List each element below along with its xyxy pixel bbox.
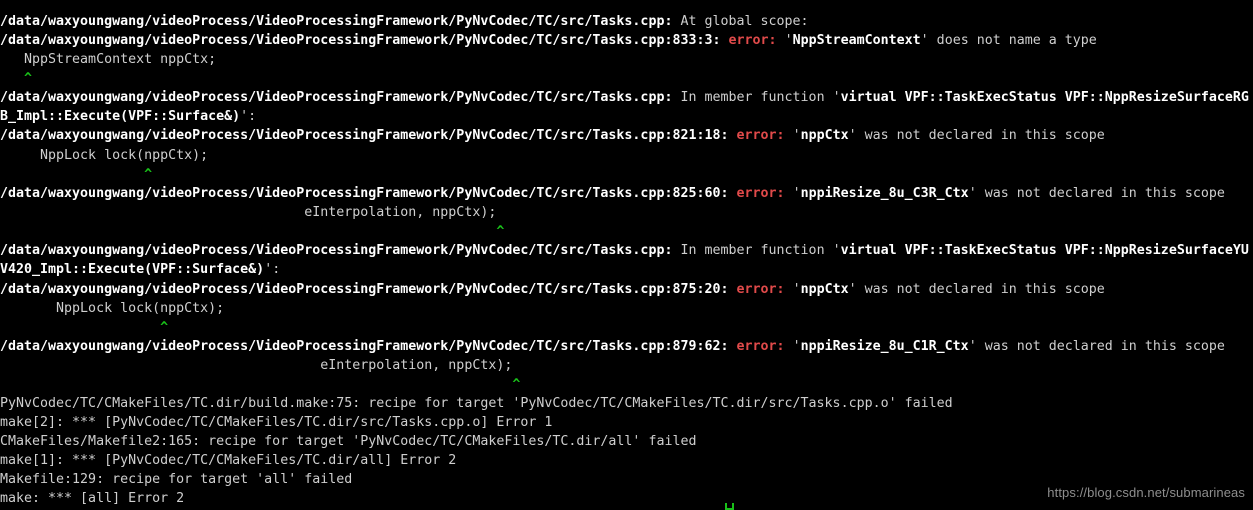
- terminal-line: PyNvCodec/TC/CMakeFiles/TC.dir/build.mak…: [0, 394, 953, 413]
- terminal-line: make[2]: *** [PyNvCodec/TC/CMakeFiles/TC…: [0, 413, 552, 432]
- terminal-line: /data/waxyoungwang/videoProcess/VideoPro…: [0, 126, 1105, 145]
- terminal-line: /data/waxyoungwang/videoProcess/VideoPro…: [0, 31, 1097, 50]
- terminal-line: /data/waxyoungwang/videoProcess/VideoPro…: [0, 88, 1249, 107]
- terminal-segment-plain: ': [784, 128, 801, 143]
- terminal-segment-plain: ': [784, 282, 801, 297]
- terminal-segment-plain: CMakeFiles/Makefile2:165: recipe for tar…: [0, 434, 697, 449]
- terminal-segment-path: /data/waxyoungwang/videoProcess/VideoPro…: [0, 339, 729, 354]
- terminal-segment-plain: ': [784, 186, 801, 201]
- terminal-segment-plain: ' was not declared in this scope: [848, 128, 1105, 143]
- terminal-segment-plain: ':: [240, 109, 257, 124]
- terminal-line: eInterpolation, nppCtx);: [0, 203, 496, 222]
- terminal-line: make: *** [all] Error 2: [0, 489, 184, 508]
- terminal-segment-code: NppLock lock(nppCtx);: [0, 148, 209, 163]
- terminal-line: /data/waxyoungwang/videoProcess/VideoPro…: [0, 184, 1225, 203]
- terminal-line: /data/waxyoungwang/videoProcess/VideoPro…: [0, 241, 1249, 260]
- terminal-segment-code: eInterpolation, nppCtx);: [0, 358, 513, 373]
- terminal-line: V420_Impl::Execute(VPF::Surface&)':: [0, 260, 280, 279]
- terminal-segment-plain: At global scope:: [672, 14, 809, 29]
- terminal-segment-plain: ': [776, 33, 793, 48]
- terminal-segment-caret: ^: [0, 320, 169, 335]
- terminal-segment-err: error:: [736, 282, 785, 297]
- terminal-segment-quoted: nppiResize_8u_C1R_Ctx: [800, 339, 969, 354]
- terminal-line: eInterpolation, nppCtx);: [0, 356, 512, 375]
- terminal-segment-path: /data/waxyoungwang/videoProcess/VideoPro…: [0, 14, 673, 29]
- terminal-segment-path: /data/waxyoungwang/videoProcess/VideoPro…: [0, 33, 721, 48]
- terminal-line: ^: [0, 222, 504, 241]
- terminal-segment-quoted: nppCtx: [800, 128, 849, 143]
- terminal-segment-plain: make[1]: *** [PyNvCodec/TC/CMakeFiles/TC…: [0, 453, 457, 468]
- terminal-segment-plain: [729, 339, 737, 354]
- terminal-segment-plain: make: *** [all] Error 2: [0, 491, 185, 506]
- terminal-segment-code: eInterpolation, nppCtx);: [0, 205, 497, 220]
- terminal-segment-quoted: virtual VPF::TaskExecStatus VPF::NppResi…: [840, 243, 1249, 258]
- terminal-segment-err: error:: [728, 33, 777, 48]
- terminal-line: NppStreamContext nppCtx;: [0, 50, 216, 69]
- terminal-segment-plain: ' was not declared in this scope: [848, 282, 1105, 297]
- watermark-text: https://blog.csdn.net/submarineas: [1047, 485, 1245, 500]
- terminal-segment-path: /data/waxyoungwang/videoProcess/VideoPro…: [0, 243, 673, 258]
- terminal-segment-caret: ^: [0, 167, 153, 182]
- terminal-segment-plain: make[2]: *** [PyNvCodec/TC/CMakeFiles/TC…: [0, 415, 553, 430]
- terminal-segment-path: /data/waxyoungwang/videoProcess/VideoPro…: [0, 90, 673, 105]
- terminal-line: B_Impl::Execute(VPF::Surface&)':: [0, 107, 256, 126]
- terminal-segment-err: error:: [736, 339, 785, 354]
- terminal-cursor: [725, 503, 734, 510]
- terminal-segment-plain: ':: [264, 262, 281, 277]
- terminal-segment-plain: ' was not declared in this scope: [968, 186, 1225, 201]
- terminal-segment-plain: In member function ': [672, 243, 841, 258]
- terminal-segment-quoted: V420_Impl::Execute(VPF::Surface&): [0, 262, 265, 277]
- terminal-segment-plain: In member function ': [672, 90, 841, 105]
- terminal-segment-err: error:: [736, 128, 785, 143]
- terminal-segment-plain: [729, 128, 737, 143]
- terminal-line: Makefile:129: recipe for target 'all' fa…: [0, 470, 352, 489]
- terminal-window[interactable]: /data/waxyoungwang/videoProcess/VideoPro…: [0, 0, 1253, 510]
- terminal-line: /data/waxyoungwang/videoProcess/VideoPro…: [0, 337, 1225, 356]
- terminal-segment-quoted: nppiResize_8u_C3R_Ctx: [800, 186, 969, 201]
- terminal-segment-plain: ' does not name a type: [920, 33, 1097, 48]
- terminal-segment-path: /data/waxyoungwang/videoProcess/VideoPro…: [0, 186, 729, 201]
- terminal-segment-path: /data/waxyoungwang/videoProcess/VideoPro…: [0, 128, 729, 143]
- terminal-segment-quoted: nppCtx: [800, 282, 849, 297]
- terminal-line: ^: [0, 375, 520, 394]
- terminal-segment-code: NppLock lock(nppCtx);: [0, 301, 225, 316]
- terminal-line: ^: [0, 69, 32, 88]
- terminal-segment-plain: PyNvCodec/TC/CMakeFiles/TC.dir/build.mak…: [0, 396, 953, 411]
- terminal-line: ^: [0, 165, 152, 184]
- terminal-segment-err: error:: [736, 186, 785, 201]
- terminal-segment-plain: ' was not declared in this scope: [968, 339, 1225, 354]
- terminal-segment-caret: ^: [0, 224, 505, 239]
- terminal-line: CMakeFiles/Makefile2:165: recipe for tar…: [0, 432, 696, 451]
- terminal-segment-quoted: virtual VPF::TaskExecStatus VPF::NppResi…: [840, 90, 1249, 105]
- terminal-segment-plain: [721, 33, 729, 48]
- terminal-segment-path: /data/waxyoungwang/videoProcess/VideoPro…: [0, 282, 729, 297]
- terminal-segment-caret: ^: [0, 377, 521, 392]
- terminal-line: NppLock lock(nppCtx);: [0, 146, 208, 165]
- terminal-segment-quoted: NppStreamContext: [792, 33, 921, 48]
- terminal-segment-plain: Makefile:129: recipe for target 'all' fa…: [0, 472, 353, 487]
- terminal-segment-plain: [729, 186, 737, 201]
- terminal-line: make[1]: *** [PyNvCodec/TC/CMakeFiles/TC…: [0, 451, 456, 470]
- terminal-segment-code: NppStreamContext nppCtx;: [0, 52, 217, 67]
- terminal-line: /data/waxyoungwang/videoProcess/VideoPro…: [0, 280, 1105, 299]
- terminal-line: ^: [0, 318, 168, 337]
- terminal-line: NppLock lock(nppCtx);: [0, 299, 224, 318]
- terminal-line: /data/waxyoungwang/videoProcess/VideoPro…: [0, 12, 809, 31]
- terminal-segment-plain: [729, 282, 737, 297]
- terminal-segment-plain: ': [784, 339, 801, 354]
- terminal-segment-caret: ^: [0, 71, 33, 86]
- terminal-segment-quoted: B_Impl::Execute(VPF::Surface&): [0, 109, 241, 124]
